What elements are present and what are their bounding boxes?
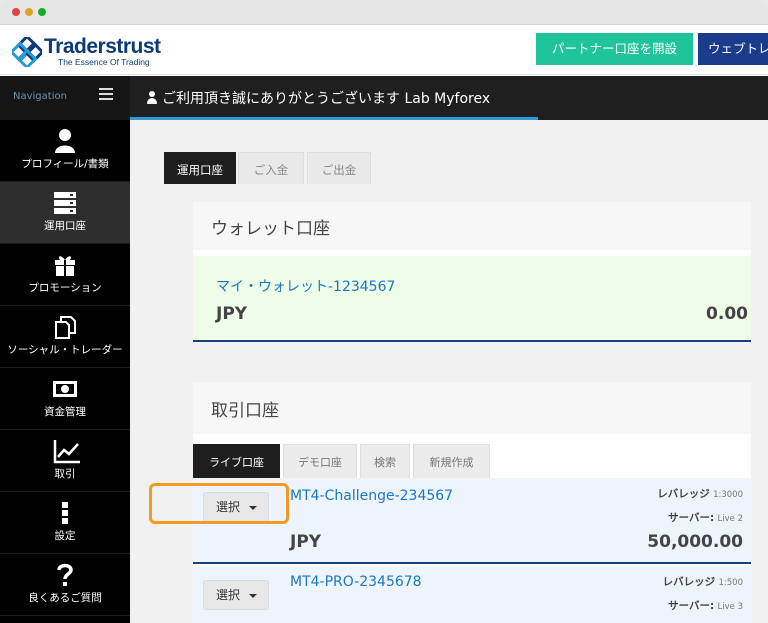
server-value: Live 3 xyxy=(717,602,743,612)
sidebar-item-label: プロフィール/書類 xyxy=(21,158,109,170)
highlight-annotation xyxy=(149,483,289,524)
browser-window: Traderstrust The Essence Of Trading パートナ… xyxy=(0,0,768,623)
account-link[interactable]: MT4-PRO-2345678 xyxy=(290,574,422,590)
logo-tagline: The Essence Of Trading xyxy=(58,57,150,67)
select-label: 選択 xyxy=(216,588,241,602)
sidebar-item-trading-accounts[interactable]: 運用口座 xyxy=(0,182,130,244)
sidebar-item-label: ソーシャル・トレーダー xyxy=(7,344,123,356)
leverage-info: レバレッジ 1:500 xyxy=(663,574,743,589)
server-value: Live 2 xyxy=(717,514,743,524)
sidebar-item-label: 良くあるご質問 xyxy=(28,592,102,604)
welcome-bar: ご利用頂き誠にありがとうございます Lab Myforex xyxy=(130,76,768,120)
sidebar-item-label: 運用口座 xyxy=(44,220,86,232)
welcome-text: ご利用頂き誠にありがとうございます Lab Myforex xyxy=(162,91,491,107)
sidebar: プロフィール/書類 運用口座 プロモーション ソーシャル・トレーダー 資金管理 … xyxy=(0,120,130,623)
leverage-label: レバレッジ xyxy=(657,488,710,500)
tab-deposit[interactable]: ご入金 xyxy=(238,152,304,184)
sidebar-item-funds[interactable]: 資金管理 xyxy=(0,368,130,430)
sidebar-item-label: 資金管理 xyxy=(44,406,86,418)
sidebar-item-settings[interactable]: 設定 xyxy=(0,492,130,554)
sidebar-item-label: プロモーション xyxy=(28,282,102,294)
leverage-value: 1:500 xyxy=(718,578,744,588)
server-info: サーバー: Live 2 xyxy=(668,510,743,525)
sidebar-item-profile[interactable]: プロフィール/書類 xyxy=(0,120,130,182)
money-icon xyxy=(53,381,77,397)
account-link[interactable]: MT4-Challenge-234567 xyxy=(290,488,453,504)
logo-mark-icon xyxy=(12,37,42,67)
wallet-currency: JPY xyxy=(216,304,248,324)
open-partner-account-button[interactable]: パートナー口座を開設 xyxy=(536,33,693,65)
trading-card-title: 取引口座 xyxy=(211,401,279,421)
navigation-strip: Navigation xyxy=(0,76,130,120)
server-icon xyxy=(54,192,76,214)
select-dropdown-button[interactable]: 選択 xyxy=(203,580,269,610)
sidebar-item-promotions[interactable]: プロモーション xyxy=(0,244,130,306)
ellipsis-vertical-icon xyxy=(62,502,68,524)
copy-icon xyxy=(55,316,76,339)
table-row: 選択 MT4-PRO-2345678 レバレッジ 1:500 サーバー: Liv… xyxy=(193,566,751,623)
sidebar-item-faq[interactable]: 良くあるご質問 xyxy=(0,554,130,616)
minimize-window-icon[interactable] xyxy=(25,8,33,16)
wallet-account-link[interactable]: マイ・ウォレット-1234567 xyxy=(216,276,395,296)
navigation-label: Navigation xyxy=(13,91,67,102)
web-trader-button[interactable]: ウェブトレ xyxy=(698,33,768,65)
main-content: 運用口座 ご入金 ご出金 ウォレット口座 マイ・ウォレット-1234567 JP… xyxy=(130,120,768,623)
welcome-message: ご利用頂き誠にありがとうございます Lab Myforex xyxy=(146,88,490,108)
subtab-search[interactable]: 検索 xyxy=(360,444,410,478)
close-window-icon[interactable] xyxy=(12,8,20,16)
sidebar-item-social-trader[interactable]: ソーシャル・トレーダー xyxy=(0,306,130,368)
traderstrust-logo[interactable]: Traderstrust The Essence Of Trading xyxy=(12,35,161,69)
sidebar-item-trading[interactable]: 取引 xyxy=(0,430,130,492)
leverage-value: 1:3000 xyxy=(713,490,743,500)
wallet-balance: 0.00 xyxy=(706,304,748,324)
subtab-demo-accounts[interactable]: デモ口座 xyxy=(283,444,357,478)
leverage-info: レバレッジ 1:3000 xyxy=(657,486,743,501)
chart-icon xyxy=(53,440,80,464)
server-info: サーバー: Live 3 xyxy=(668,598,743,613)
user-icon xyxy=(55,129,75,153)
user-icon xyxy=(146,91,158,104)
tab-withdrawal[interactable]: ご出金 xyxy=(307,152,371,184)
sidebar-item-label: 取引 xyxy=(54,468,76,480)
account-balance: 50,000.00 xyxy=(647,532,743,552)
window-titlebar xyxy=(0,0,768,25)
wallet-row: マイ・ウォレット-1234567 JPY 0.00 xyxy=(193,256,751,342)
caret-down-icon xyxy=(249,594,257,598)
site-header: Traderstrust The Essence Of Trading パートナ… xyxy=(0,25,768,75)
maximize-window-icon[interactable] xyxy=(38,8,46,16)
server-label: サーバー: xyxy=(668,512,715,524)
subtab-create-new[interactable]: 新規作成 xyxy=(413,444,490,478)
leverage-label: レバレッジ xyxy=(662,576,716,588)
gift-icon xyxy=(55,256,75,276)
logo-name: Traderstrust xyxy=(44,35,161,58)
subtab-live-accounts[interactable]: ライブ口座 xyxy=(193,444,280,478)
tab-trading-accounts[interactable]: 運用口座 xyxy=(164,152,236,184)
hamburger-icon[interactable] xyxy=(99,88,113,100)
account-currency: JPY xyxy=(290,532,322,552)
wallet-card-title: ウォレット口座 xyxy=(211,219,330,239)
wallet-card: ウォレット口座 マイ・ウォレット-1234567 JPY 0.00 xyxy=(193,202,751,342)
question-icon xyxy=(57,563,73,586)
wallet-card-header: ウォレット口座 xyxy=(193,202,751,250)
sidebar-item-label: 設定 xyxy=(54,530,76,542)
server-label: サーバー: xyxy=(668,600,715,612)
trading-card-header: 取引口座 xyxy=(193,382,751,434)
